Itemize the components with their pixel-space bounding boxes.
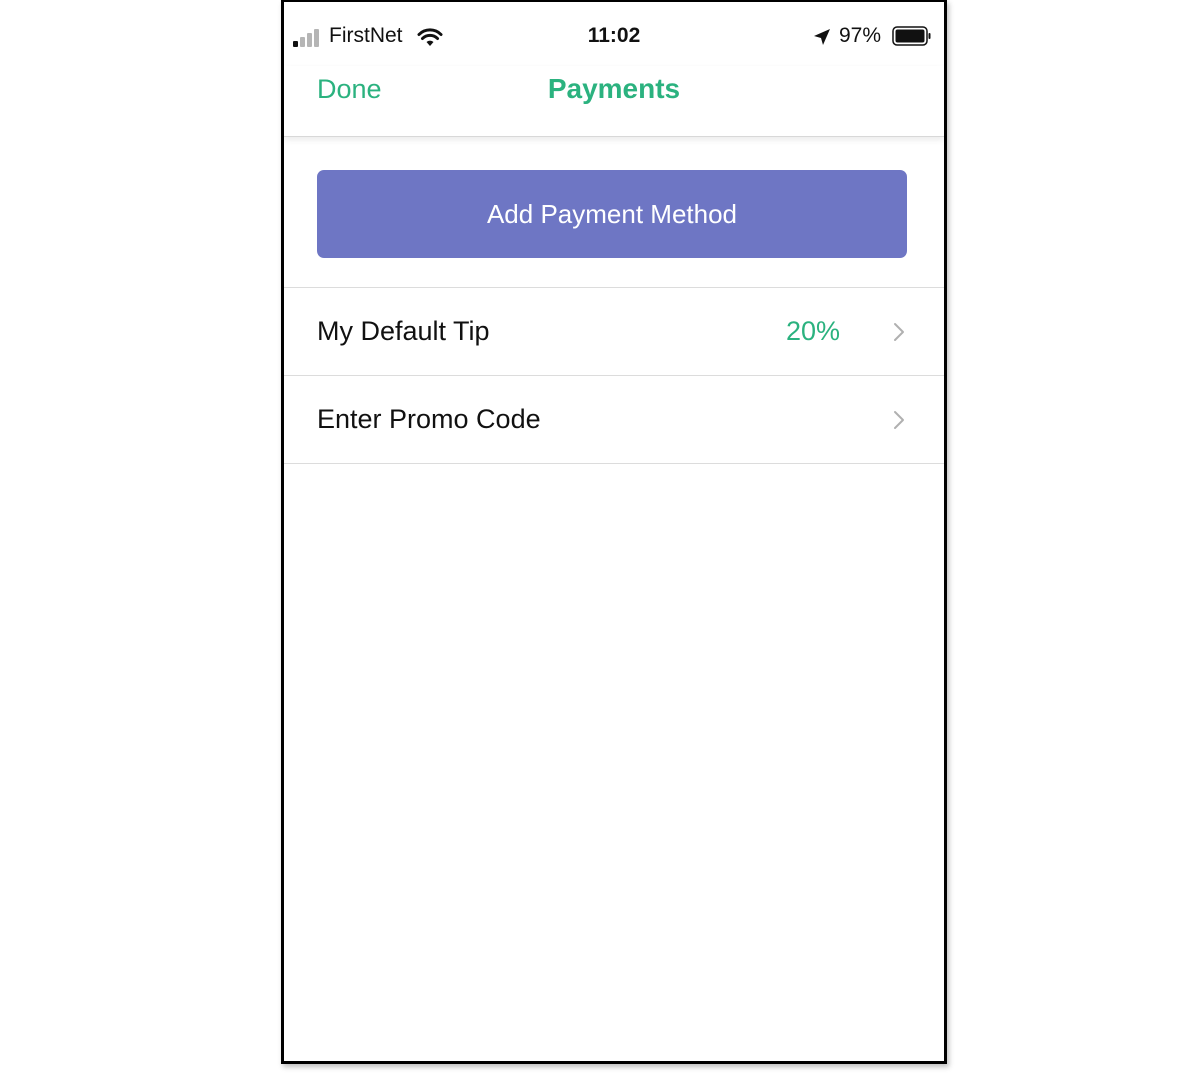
location-arrow-icon bbox=[814, 29, 830, 45]
status-bar: FirstNet 11:02 97% bbox=[284, 2, 944, 66]
chevron-right-icon bbox=[894, 411, 904, 429]
add-payment-method-label: Add Payment Method bbox=[486, 198, 738, 229]
settings-list: My Default Tip 20% Enter Promo Code bbox=[284, 287, 944, 464]
battery-icon bbox=[892, 26, 931, 46]
page-title: Payments bbox=[547, 73, 681, 104]
phone-screen: FirstNet 11:02 97% Done Payments Add Pay… bbox=[281, 0, 947, 1064]
default-tip-value: 20% bbox=[785, 316, 840, 346]
add-payment-method-button[interactable]: Add Payment Method bbox=[317, 170, 907, 258]
battery-percent: 97% bbox=[839, 24, 882, 47]
promo-code-row[interactable]: Enter Promo Code bbox=[284, 375, 944, 464]
chevron-right-icon bbox=[894, 323, 904, 341]
default-tip-row[interactable]: My Default Tip 20% bbox=[284, 287, 944, 375]
default-tip-label: My Default Tip bbox=[317, 316, 490, 346]
promo-code-label: Enter Promo Code bbox=[317, 404, 541, 434]
navigation-bar: Done Payments bbox=[284, 66, 944, 137]
